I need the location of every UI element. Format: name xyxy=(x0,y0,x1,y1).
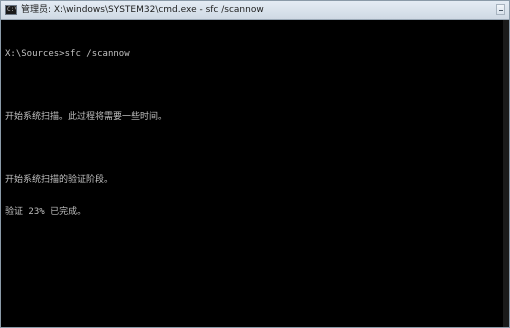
title-bar[interactable]: C:\ 管理员: X:\windows\SYSTEM32\cmd.exe - s… xyxy=(1,1,509,20)
cmd-app-icon[interactable]: C:\ xyxy=(5,5,17,15)
window-title: 管理员: X:\windows\SYSTEM32\cmd.exe - sfc /… xyxy=(21,5,264,15)
console-line: X:\Sources>sfc /scannow xyxy=(5,49,130,59)
console-line: 开始系统扫描的验证阶段。 xyxy=(5,175,114,185)
console-line: 开始系统扫描。此过程将需要一些时间。 xyxy=(5,112,168,122)
minimize-icon[interactable] xyxy=(496,4,505,15)
console-line: 验证 23% 已完成。 xyxy=(5,206,87,217)
cmd-window: C:\ 管理员: X:\windows\SYSTEM32\cmd.exe - s… xyxy=(0,0,510,328)
window-controls xyxy=(496,4,505,17)
console-output[interactable]: X:\Sources>sfc /scannow 开始系统扫描。此过程将需要一些时… xyxy=(5,28,167,238)
console-scrollbar[interactable] xyxy=(503,20,509,327)
